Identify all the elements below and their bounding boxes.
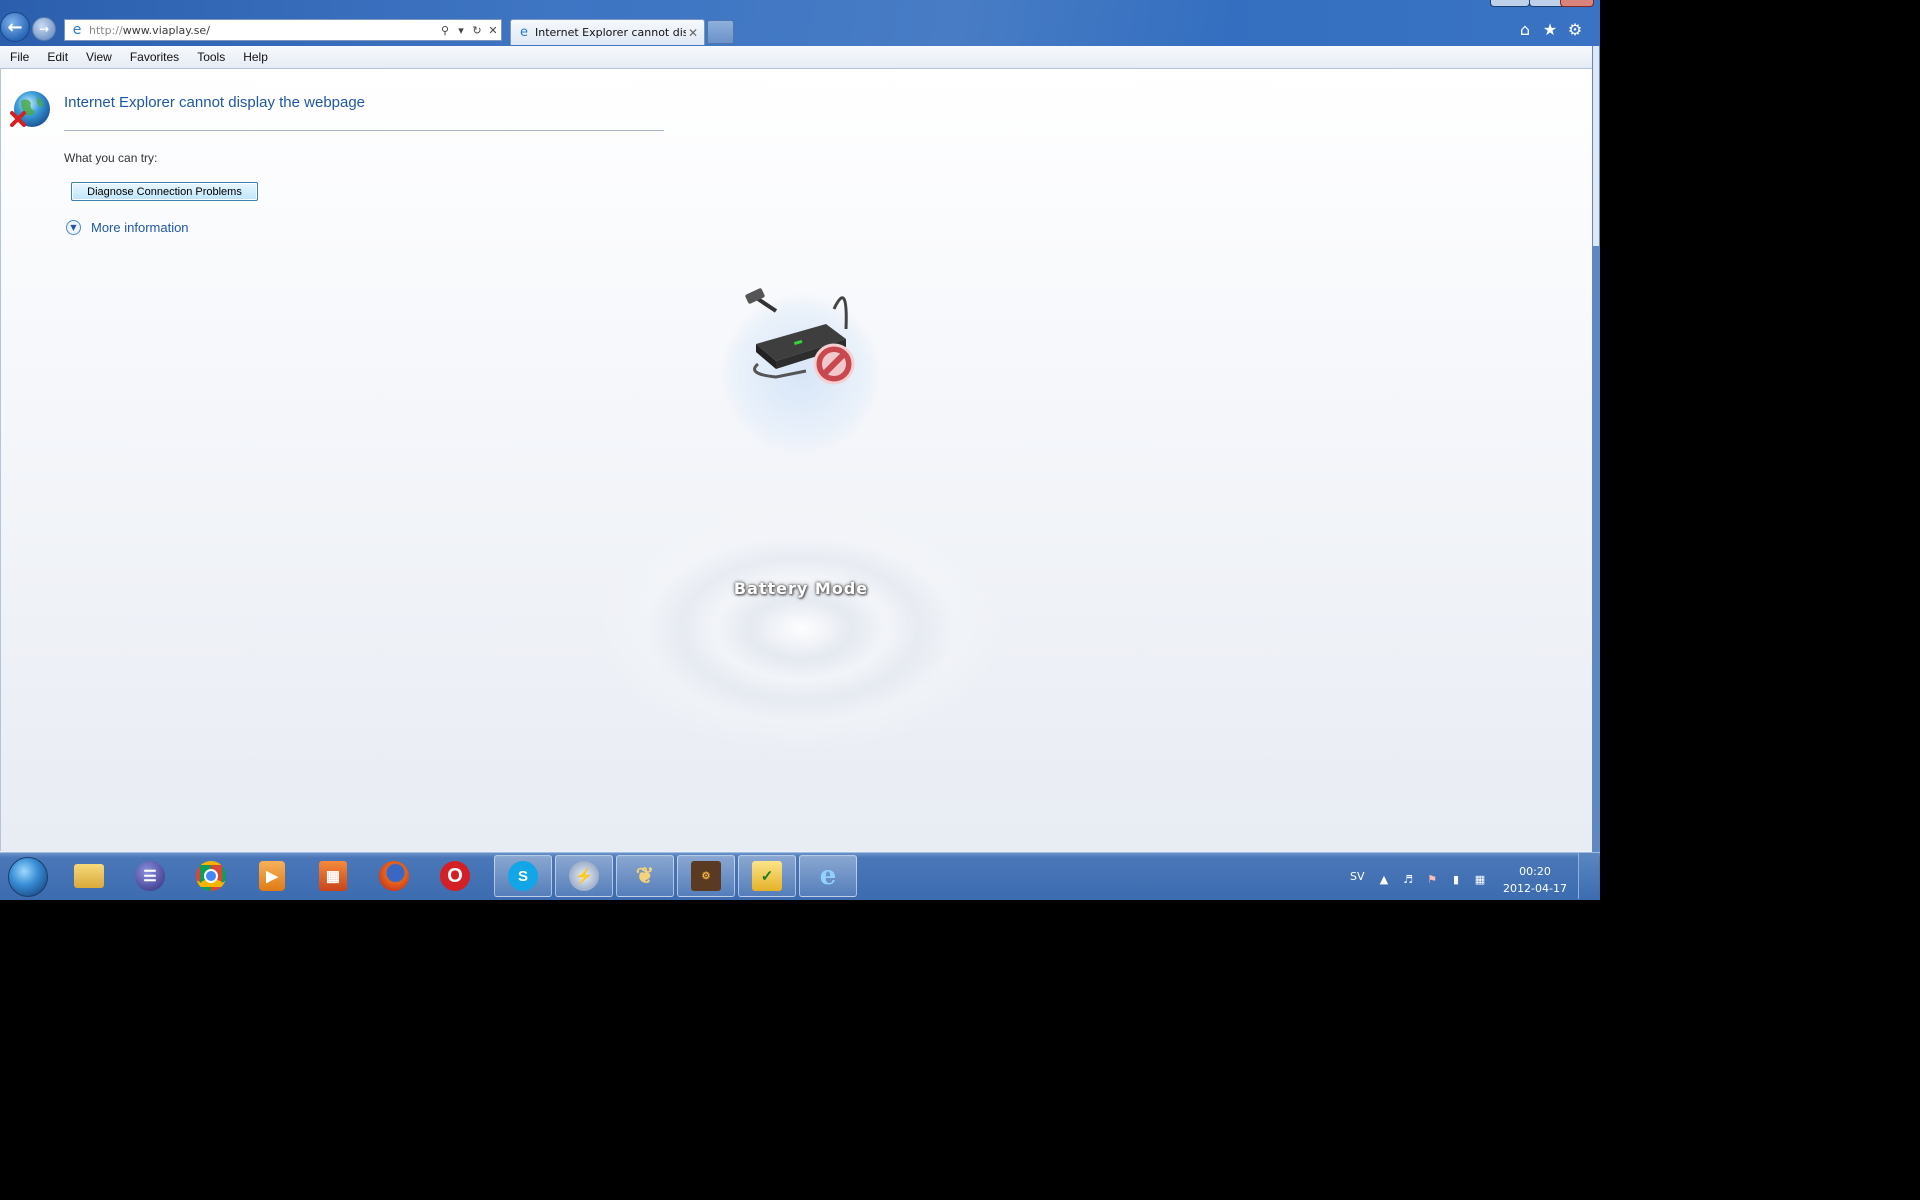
dropdown-icon[interactable]: ▾ — [453, 24, 469, 37]
skype-icon: S — [508, 861, 538, 891]
volume-icon[interactable]: ♬ — [1401, 873, 1415, 887]
forward-button[interactable]: → — [32, 17, 56, 41]
network-error-icon[interactable]: ⚑ — [1425, 873, 1439, 887]
address-bar[interactable]: e http://www.viaplay.se/ ⚲ ▾ ↻ ✕ — [64, 19, 502, 41]
chrome-icon — [196, 861, 226, 891]
back-arrow-icon: ← — [7, 16, 23, 38]
divider — [64, 130, 664, 131]
chevron-down-icon[interactable]: ▼ — [66, 220, 81, 235]
taskbar-internet-explorer[interactable]: e — [799, 855, 857, 897]
office-icon: ▦ — [319, 861, 347, 891]
menu-help[interactable]: Help — [233, 50, 276, 64]
eclipse-icon: ☰ — [135, 861, 165, 891]
ie-page-icon: e — [72, 22, 82, 38]
taskbar-mail-app[interactable]: ✓ — [738, 855, 796, 897]
forward-arrow-icon: → — [38, 22, 50, 36]
tools-gear-icon[interactable]: ⚙ — [1565, 20, 1585, 40]
diagnose-connection-button[interactable]: Diagnose Connection Problems — [71, 182, 258, 201]
mail-app-icon: ✓ — [752, 861, 782, 891]
system-tool-icon: ⚡ — [569, 861, 599, 891]
favorites-star-icon[interactable]: ★ — [1540, 20, 1560, 40]
menu-edit[interactable]: Edit — [37, 50, 76, 64]
taskbar-opera[interactable]: O — [426, 855, 484, 897]
taskbar-eclipse[interactable]: ☰ — [121, 855, 179, 897]
opera-icon: O — [440, 861, 470, 891]
taskbar-chrome[interactable] — [182, 855, 240, 897]
search-icon[interactable]: ⚲ — [437, 24, 453, 37]
clock-time[interactable]: 00:20 — [1510, 865, 1560, 878]
power-adapter-disconnected-icon — [745, 288, 855, 385]
menu-view[interactable]: View — [76, 50, 120, 64]
taskbar-feather-app[interactable]: ❦ — [616, 855, 674, 897]
vertical-scrollbar[interactable] — [1592, 46, 1600, 852]
ide-app-icon: ⚙ — [691, 861, 721, 891]
refresh-icon[interactable]: ↻ — [469, 24, 485, 37]
stop-icon[interactable]: ✕ — [485, 24, 501, 37]
menu-favorites[interactable]: Favorites — [120, 50, 187, 64]
what-you-can-try-label: What you can try: — [64, 151, 158, 165]
menu-bar: File Edit View Favorites Tools Help — [0, 46, 1592, 69]
menu-tools[interactable]: Tools — [187, 50, 233, 64]
taskbar-media-player[interactable]: ▶ — [243, 855, 301, 897]
tray-language[interactable]: SV — [1350, 870, 1365, 883]
taskbar-system-tool[interactable]: ⚡ — [555, 855, 613, 897]
tab-close-icon[interactable]: ✕ — [686, 26, 700, 40]
home-icon[interactable]: ⌂ — [1515, 20, 1535, 40]
tray-expand-icon[interactable]: ▲ — [1377, 873, 1391, 887]
feather-app-icon: ❦ — [635, 863, 655, 888]
tab-error-page[interactable]: e Internet Explorer cannot dis... ✕ — [510, 19, 705, 45]
more-information-link[interactable]: ▼ More information — [66, 220, 189, 235]
battery-mode-label: Battery Mode — [733, 579, 869, 598]
internet-explorer-icon: e — [819, 861, 837, 891]
scrollbar-thumb[interactable] — [1593, 46, 1599, 246]
taskbar-ide-app[interactable]: ⚙ — [677, 855, 735, 897]
browser-toolbar: ← → e http://www.viaplay.se/ ⚲ ▾ ↻ ✕ e I… — [0, 0, 1600, 46]
tab-title: Internet Explorer cannot dis... — [535, 26, 686, 39]
start-button[interactable] — [8, 857, 48, 897]
taskbar-skype[interactable]: S — [494, 855, 552, 897]
menu-file[interactable]: File — [0, 50, 37, 64]
new-tab-button[interactable] — [707, 20, 734, 44]
clock-date[interactable]: 2012-04-17 — [1498, 882, 1572, 895]
taskbar-firefox[interactable] — [365, 855, 423, 897]
minimize-button[interactable] — [1490, 0, 1530, 7]
taskbar-explorer[interactable] — [60, 855, 118, 897]
media-player-icon: ▶ — [259, 861, 285, 891]
page-content: Internet Explorer cannot display the web… — [0, 69, 1593, 851]
battery-icon[interactable]: ▮ — [1449, 873, 1463, 887]
signal-strength-icon[interactable]: ▦ — [1473, 873, 1487, 887]
ripple-effect — [601, 509, 1001, 749]
close-window-button[interactable] — [1560, 0, 1594, 7]
screen: ← → e http://www.viaplay.se/ ⚲ ▾ ↻ ✕ e I… — [0, 0, 1600, 900]
globe-error-icon — [10, 91, 50, 127]
address-url[interactable]: http://www.viaplay.se/ — [89, 24, 437, 37]
ie-tab-icon: e — [520, 25, 528, 40]
more-information-label[interactable]: More information — [91, 220, 189, 235]
windows-explorer-icon — [74, 864, 104, 888]
back-button[interactable]: ← — [0, 12, 30, 42]
firefox-icon — [379, 861, 409, 891]
error-title: Internet Explorer cannot display the web… — [64, 94, 366, 111]
taskbar-office[interactable]: ▦ — [304, 855, 362, 897]
show-desktop-button[interactable] — [1578, 853, 1599, 899]
